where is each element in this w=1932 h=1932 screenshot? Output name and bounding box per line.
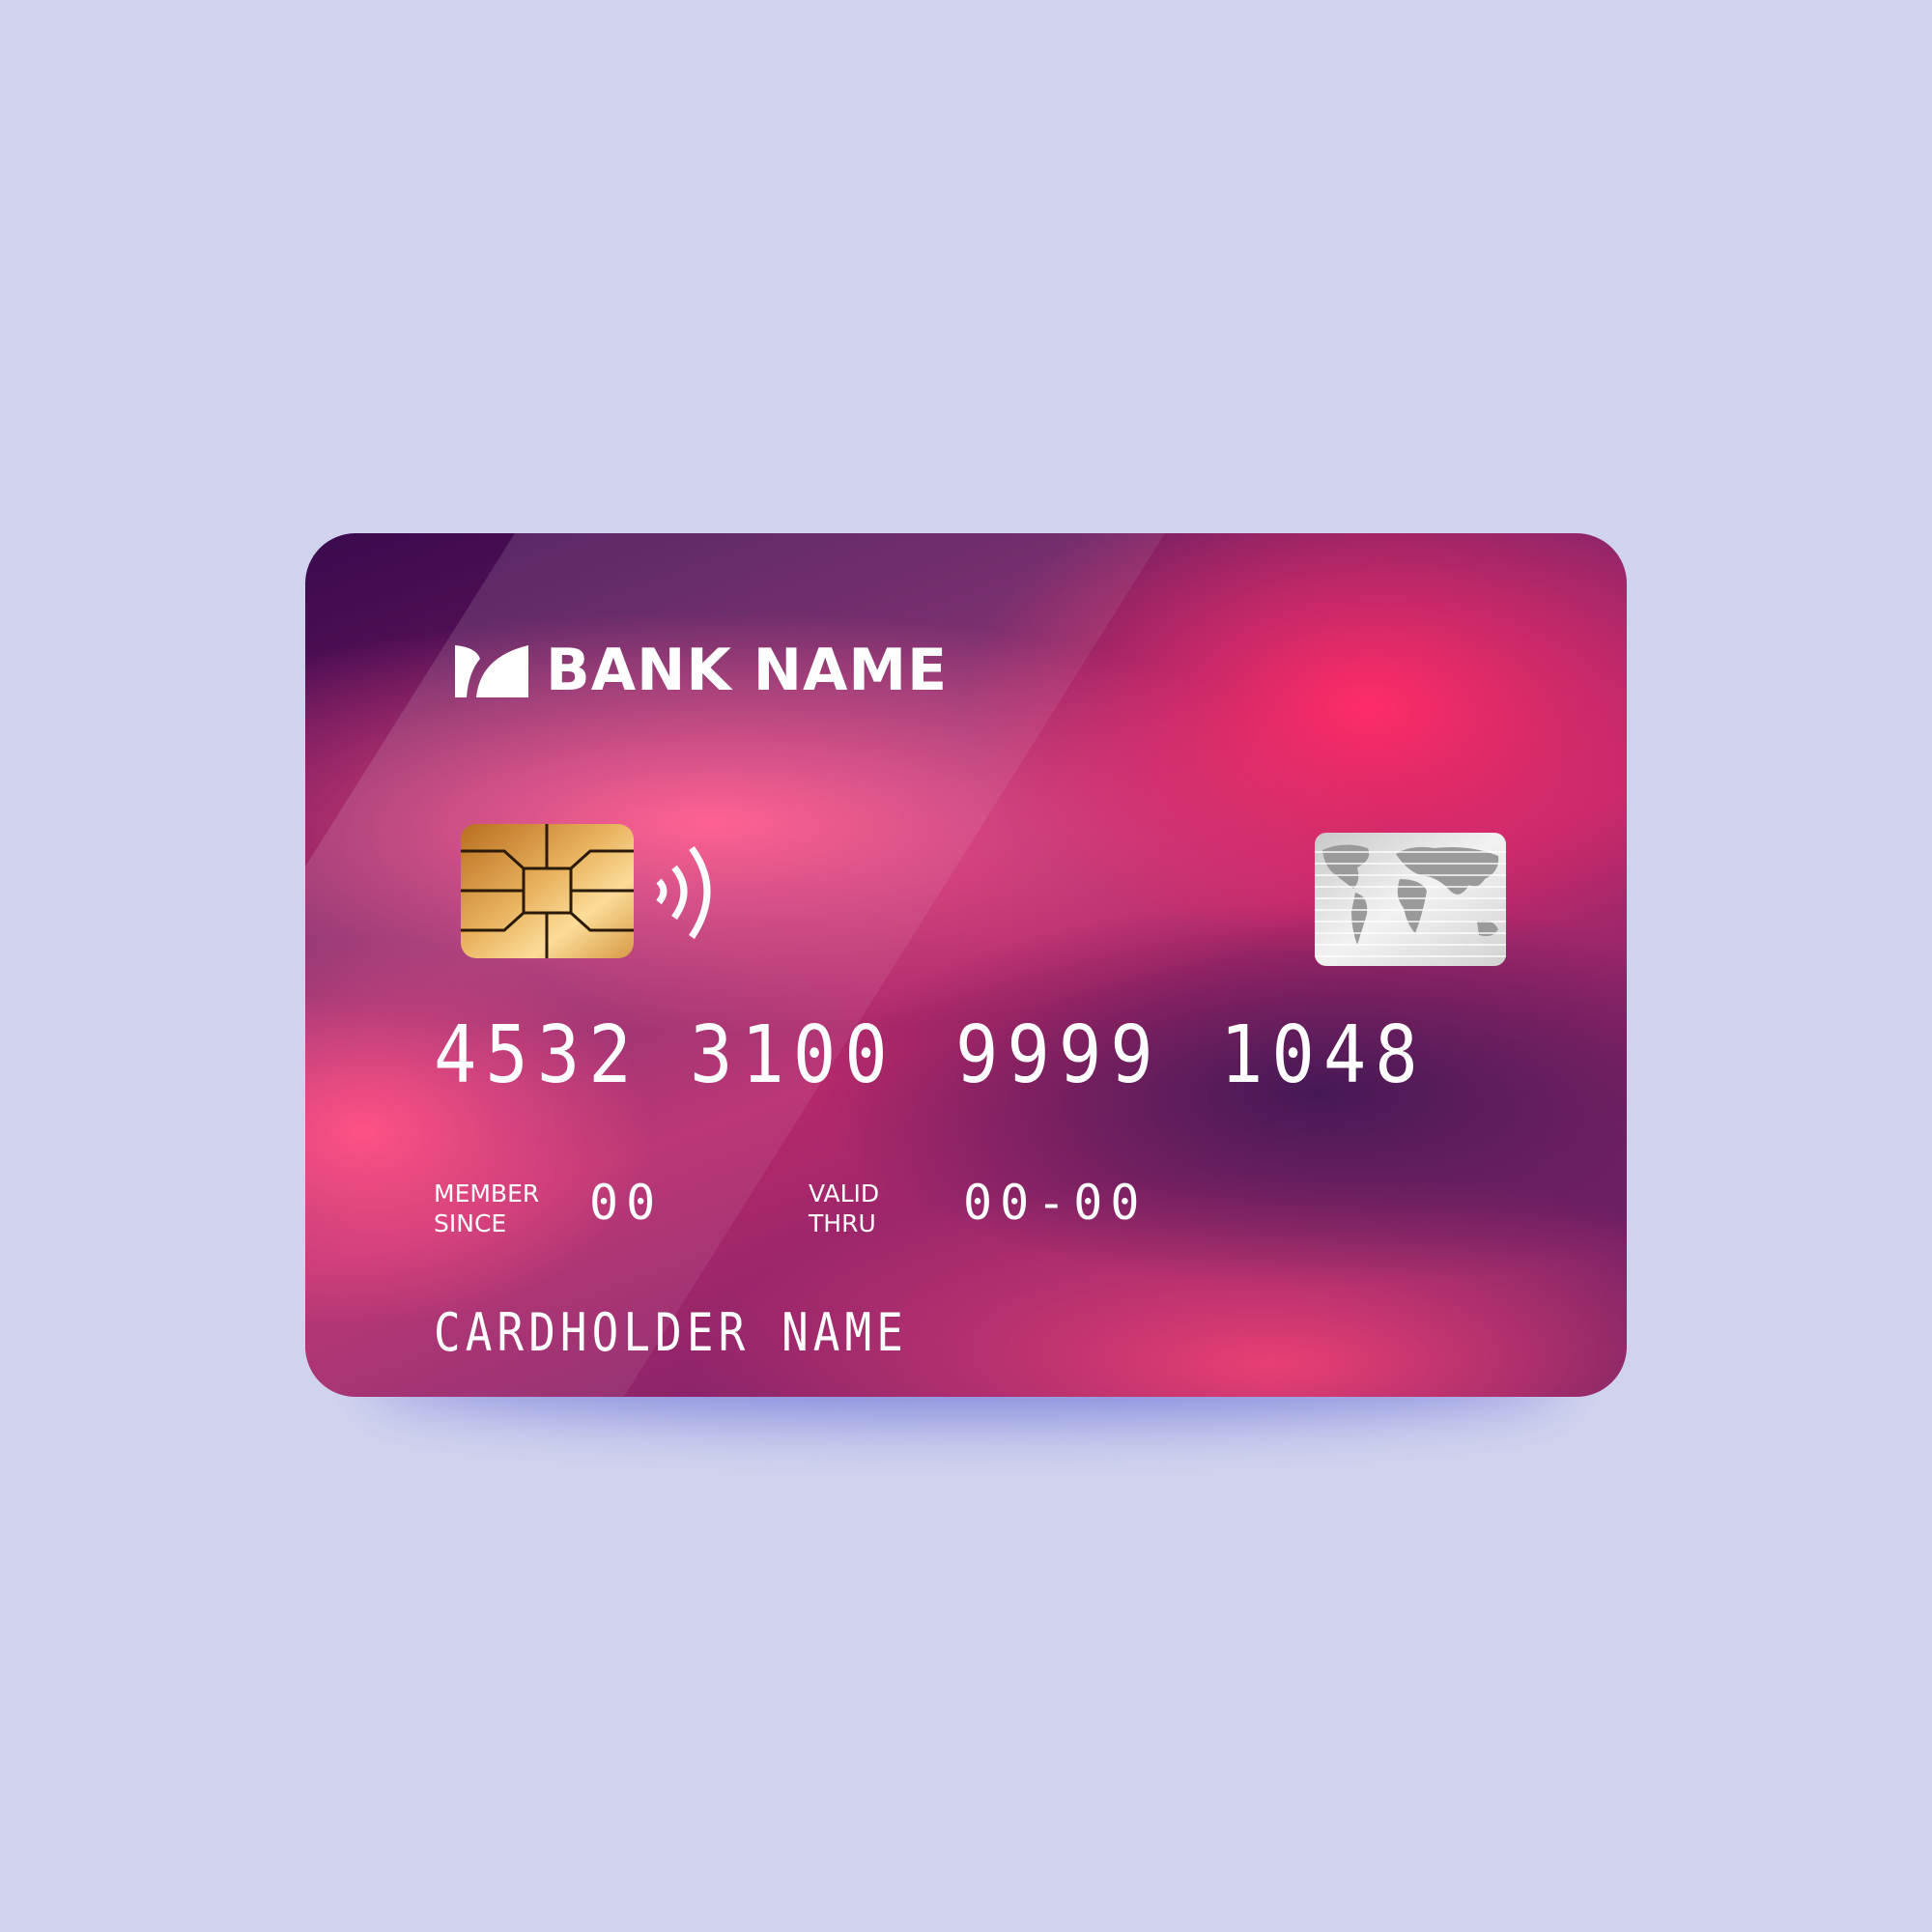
card-number-group: 9999 (955, 1009, 1162, 1101)
bank-name: BANK NAME (546, 637, 949, 704)
member-since-label-line2: SINCE (434, 1209, 507, 1237)
card-number-group: 1048 (1220, 1009, 1427, 1101)
valid-thru-label-line1: VALID (809, 1179, 880, 1208)
member-since-label-line1: MEMBER (434, 1179, 540, 1208)
cardholder-name: CARDHOLDER NAME (434, 1302, 909, 1363)
member-since-value: 00 (589, 1175, 664, 1231)
card-number-group: 3100 (690, 1009, 896, 1101)
card-number-group: 4532 (434, 1009, 640, 1101)
contactless-icon (656, 845, 711, 939)
emv-chip-icon (461, 824, 634, 958)
bank-logo-icon (455, 645, 528, 697)
valid-thru-label-line2: THRU (809, 1209, 876, 1237)
member-since-label: MEMBER SINCE (434, 1179, 539, 1238)
valid-thru-label: VALID THRU (809, 1179, 879, 1238)
hologram-world-map-icon (1315, 833, 1506, 966)
credit-card: BANK NAME 4532 3100 9999 1048 MEMBER SIN… (305, 533, 1627, 1397)
valid-thru-value: 00-00 (963, 1175, 1148, 1231)
